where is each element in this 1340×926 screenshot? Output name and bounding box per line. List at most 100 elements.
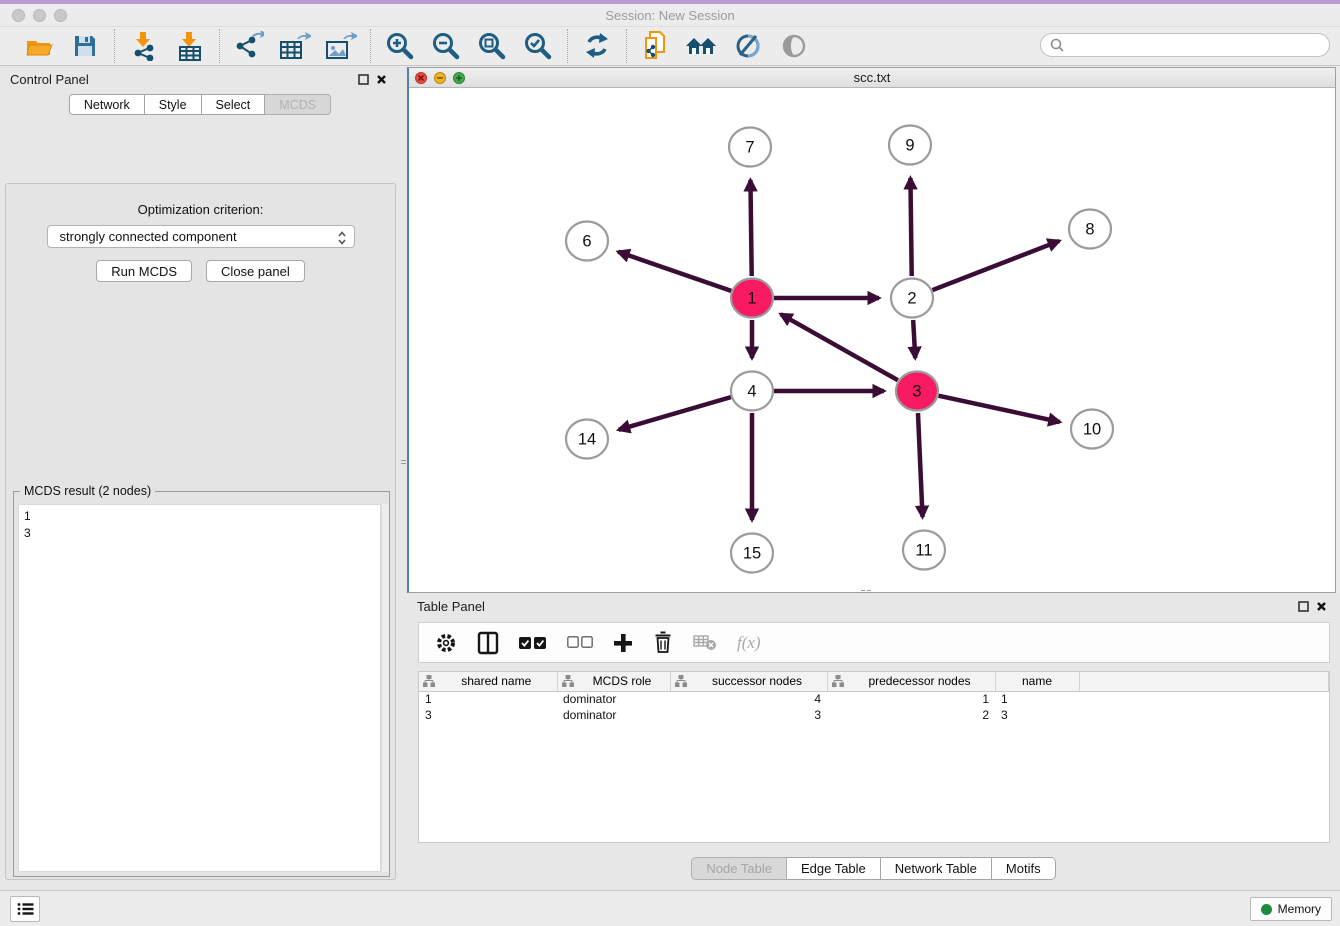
main-toolbar [0,27,1340,66]
duplicate-network-icon [642,31,670,61]
export-image-button[interactable] [322,30,360,62]
graph-node-10[interactable]: 10 [1071,410,1113,449]
zoom-out-button[interactable] [427,30,465,62]
tab-mcds[interactable]: MCDS [265,94,331,115]
graph-node-4[interactable]: 4 [731,372,773,411]
tab-edge-table[interactable]: Edge Table [787,857,881,880]
save-session-button[interactable] [66,30,104,62]
save-floppy-icon [72,33,98,59]
graph-edge-3-1[interactable] [781,314,898,380]
search-field[interactable] [1040,33,1330,57]
search-input[interactable] [1065,35,1329,55]
select-all-icon[interactable] [519,636,547,650]
svg-text:1: 1 [747,290,756,308]
svg-text:3: 3 [912,383,921,401]
graph-edge-1-6[interactable] [618,252,731,291]
close-panel-button[interactable]: Close panel [206,260,305,282]
table-row[interactable]: 1dominator411 [419,691,1329,707]
graph-node-11[interactable]: 11 [903,531,945,570]
table-panel: Table Panel f(x) shared name MCDS role [407,593,1340,890]
graph-node-14[interactable]: 14 [566,420,608,459]
graph-node-1[interactable]: 1 [731,279,773,318]
export-network-icon [234,31,264,61]
delete-table-icon[interactable] [693,634,717,651]
home-layout-button[interactable] [683,30,721,62]
col-mcds-role[interactable]: MCDS role [557,672,670,691]
svg-text:4: 4 [747,383,756,401]
svg-text:6: 6 [582,233,591,251]
gear-icon[interactable] [435,632,457,654]
tab-style[interactable]: Style [145,94,202,115]
function-builder-icon[interactable]: f(x) [737,633,761,653]
graph-edge-4-14[interactable] [619,397,731,430]
graph-edge-1-7[interactable] [750,180,751,276]
duplicate-network-button[interactable] [637,30,675,62]
export-table-button[interactable] [276,30,314,62]
col-shared-name[interactable]: shared name [419,672,557,691]
control-panel: Control Panel Network Style Select MCDS … [0,66,400,890]
table-row[interactable]: 3dominator323 [419,707,1329,723]
zoom-fit-button[interactable] [473,30,511,62]
export-table-icon [279,31,311,61]
result-scrollbar[interactable] [381,504,389,872]
graph-edge-2-3[interactable] [913,320,915,358]
add-column-icon[interactable] [613,633,633,653]
zoom-in-icon [385,31,415,61]
tab-network-table[interactable]: Network Table [881,857,992,880]
col-name[interactable]: name [995,672,1079,691]
import-table-button[interactable] [171,30,209,62]
refresh-button[interactable] [578,30,616,62]
col-successor-nodes[interactable]: successor nodes [670,672,827,691]
vertical-splitter[interactable] [400,66,407,890]
memory-button[interactable]: Memory [1250,897,1332,921]
float-panel-icon[interactable] [354,71,372,87]
deselect-all-icon[interactable] [567,636,593,649]
mcds-result-list[interactable]: 1 3 [18,504,381,872]
run-mcds-button[interactable]: Run MCDS [96,260,192,282]
close-panel-icon[interactable] [372,71,390,87]
close-table-panel-icon[interactable] [1312,598,1330,614]
svg-text:7: 7 [745,139,754,157]
svg-text:14: 14 [578,431,596,449]
float-table-panel-icon[interactable] [1294,598,1312,614]
list-icon [17,902,34,916]
tab-node-table[interactable]: Node Table [691,857,787,880]
network-view-window: scc.txt 7 9 6 8 1 2 4 3 14 10 15 11 [407,67,1336,593]
tab-motifs[interactable]: Motifs [992,857,1056,880]
svg-text:11: 11 [915,542,932,560]
export-image-icon [325,31,357,61]
task-history-button[interactable] [10,896,40,922]
tab-select[interactable]: Select [202,94,266,115]
graph-node-7[interactable]: 7 [729,128,771,167]
import-network-button[interactable] [125,30,163,62]
graph-node-2[interactable]: 2 [891,279,933,318]
graph-node-15[interactable]: 15 [731,534,773,573]
col-predecessor-nodes[interactable]: predecessor nodes [827,672,995,691]
apply-style-icon [734,32,762,60]
mcds-result-line: 3 [24,525,375,542]
network-canvas[interactable]: 7 9 6 8 1 2 4 3 14 10 15 11 [409,88,1335,591]
graph-edge-2-9[interactable] [910,178,911,276]
visibility-button[interactable] [775,30,813,62]
graph-node-9[interactable]: 9 [889,126,931,165]
zoom-selected-button[interactable] [519,30,557,62]
apply-style-button[interactable] [729,30,767,62]
graph-node-8[interactable]: 8 [1069,210,1111,249]
svg-text:10: 10 [1083,421,1101,439]
zoom-in-button[interactable] [381,30,419,62]
graph-edge-2-8[interactable] [933,241,1060,290]
trash-icon[interactable] [653,631,673,654]
export-network-button[interactable] [230,30,268,62]
open-session-button[interactable] [20,30,58,62]
tab-network[interactable]: Network [69,94,145,115]
network-window-titlebar[interactable]: scc.txt [409,68,1335,88]
optimization-criterion-select[interactable]: strongly connected component [47,225,355,248]
session-title: Session: New Session [0,8,1340,23]
mcds-tab-content: Optimization criterion: strongly connect… [5,183,396,880]
graph-edge-3-10[interactable] [938,396,1059,422]
split-column-icon[interactable] [477,631,499,655]
graph-node-6[interactable]: 6 [566,222,608,261]
network-window-title: scc.txt [409,70,1335,85]
graph-node-3[interactable]: 3 [896,372,938,411]
graph-edge-3-11[interactable] [918,413,923,517]
